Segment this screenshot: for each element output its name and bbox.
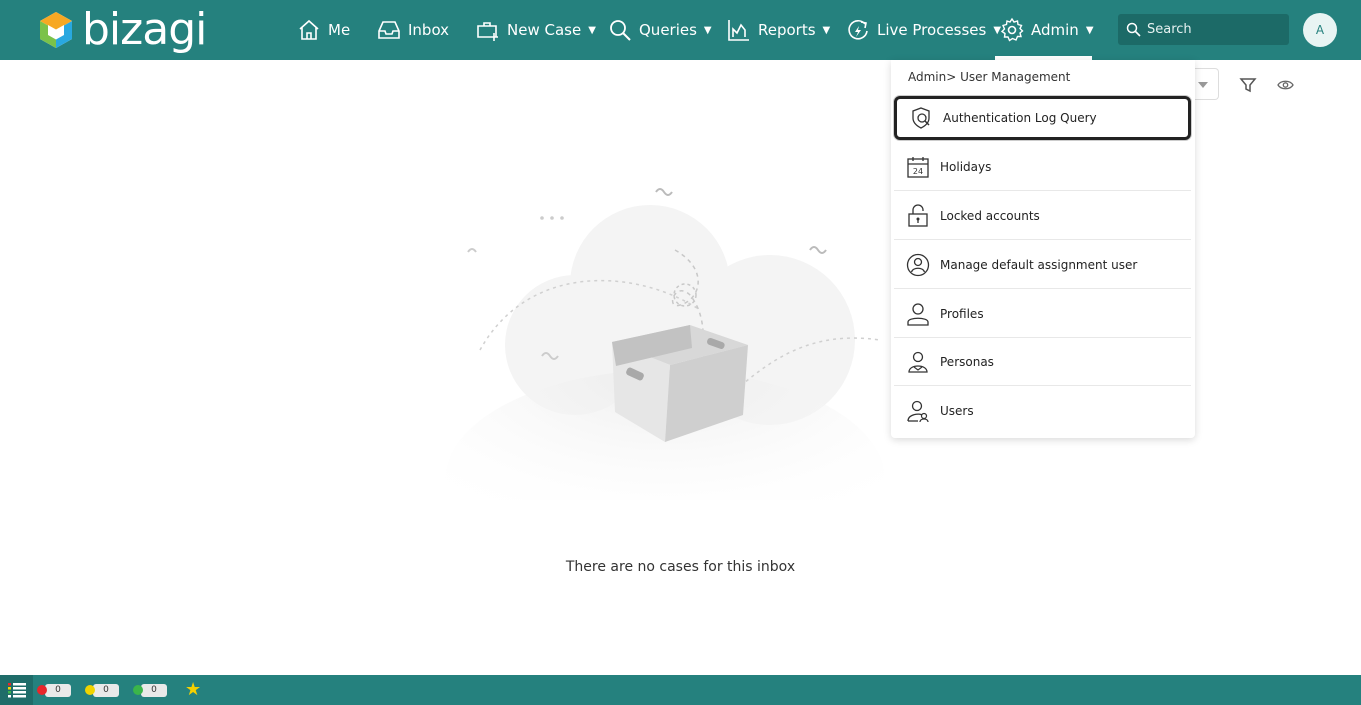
chevron-down-icon: ▼ [822, 24, 831, 36]
menu-item-holidays[interactable]: 24 Holidays [894, 143, 1191, 191]
overdue-count: 0 [45, 683, 71, 697]
nav-live-processes-label: Live Processes [877, 21, 987, 39]
at-risk-counter[interactable]: 0 [85, 683, 119, 697]
nav-queries-label: Queries [639, 21, 697, 39]
overdue-counter[interactable]: 0 [37, 683, 71, 697]
nav-new-case[interactable]: New Case ▼ [475, 0, 596, 60]
gear-icon [1000, 17, 1024, 42]
nav-inbox[interactable]: Inbox [376, 0, 449, 60]
nav-new-case-label: New Case [507, 21, 582, 39]
nav-inbox-label: Inbox [408, 21, 450, 39]
menu-item-label: Manage default assignment user [940, 257, 1138, 272]
on-time-count: 0 [141, 683, 167, 697]
menu-breadcrumb: Admin> User Management [908, 70, 1071, 84]
bottom-status-bar: 0 0 0 ★ [0, 675, 1361, 705]
nav-me[interactable]: Me [296, 0, 350, 60]
menu-item-profiles[interactable]: Profiles [894, 290, 1191, 338]
filter-icon[interactable] [1239, 76, 1257, 94]
menu-item-personas[interactable]: Personas [894, 338, 1191, 386]
search-box[interactable] [1118, 14, 1289, 45]
user-avatar[interactable]: A [1303, 13, 1337, 47]
nav-admin-label: Admin [1031, 21, 1079, 39]
red-status-dot [37, 685, 47, 695]
bizagi-logo[interactable]: bizagi [38, 4, 207, 55]
inbox-icon [378, 21, 400, 39]
users-icon [907, 400, 929, 423]
chevron-down-icon: ▼ [703, 24, 712, 36]
calendar-icon: 24 [907, 156, 929, 178]
chevron-down-icon: ▼ [588, 24, 596, 36]
chart-icon [728, 20, 749, 41]
list-icon [7, 683, 26, 698]
personas-icon [908, 351, 928, 373]
logo-text: bizagi [82, 4, 207, 55]
search-input[interactable] [1147, 22, 1277, 37]
live-process-icon [848, 19, 868, 40]
nav-reports[interactable]: Reports ▼ [726, 0, 830, 60]
menu-item-users[interactable]: Users [894, 387, 1191, 435]
chevron-down-icon: ▼ [1085, 24, 1094, 36]
menu-item-authentication-log-query[interactable]: Authentication Log Query [894, 96, 1191, 140]
top-navigation-bar: bizagi Me Inbox New Case ▼ Queries ▼ Rep… [0, 0, 1361, 60]
bizagi-logo-icon [40, 12, 72, 48]
search-icon [1126, 22, 1141, 37]
assignment-user-icon [906, 253, 930, 276]
star-icon[interactable]: ★ [185, 681, 201, 699]
nav-queries[interactable]: Queries ▼ [607, 0, 712, 60]
nav-admin[interactable]: Admin ▼ [999, 0, 1094, 60]
green-status-dot [133, 685, 143, 695]
empty-inbox-message: There are no cases for this inbox [565, 559, 796, 575]
profile-icon [907, 302, 929, 326]
yellow-status-dot [85, 685, 95, 695]
calendar-day: 24 [913, 167, 923, 176]
empty-box-illustration [445, 188, 885, 500]
eye-icon[interactable] [1277, 78, 1294, 92]
lock-icon [908, 203, 928, 227]
menu-item-label: Users [940, 404, 974, 418]
search-icon [610, 20, 631, 41]
chevron-down-icon [1198, 82, 1208, 88]
new-case-icon [477, 22, 498, 41]
on-time-counter[interactable]: 0 [133, 683, 167, 697]
menu-item-label: Holidays [940, 159, 992, 174]
menu-item-locked-accounts[interactable]: Locked accounts [894, 192, 1191, 240]
nav-live-processes[interactable]: Live Processes ▼ [845, 0, 1001, 60]
menu-item-label: Personas [940, 354, 994, 369]
nav-reports-label: Reports [758, 21, 816, 39]
nav-me-label: Me [328, 21, 351, 39]
at-risk-count: 0 [93, 683, 119, 697]
menu-item-label: Locked accounts [940, 208, 1040, 223]
task-list-button[interactable] [0, 675, 33, 705]
admin-dropdown-menu: Admin> User Management Authentication Lo… [891, 60, 1195, 438]
home-icon [299, 19, 319, 40]
menu-item-label: Authentication Log Query [943, 111, 1097, 125]
menu-item-label: Profiles [940, 306, 984, 321]
auth-log-icon [912, 107, 930, 129]
menu-item-manage-default-assignment-user[interactable]: Manage default assignment user [894, 241, 1191, 289]
